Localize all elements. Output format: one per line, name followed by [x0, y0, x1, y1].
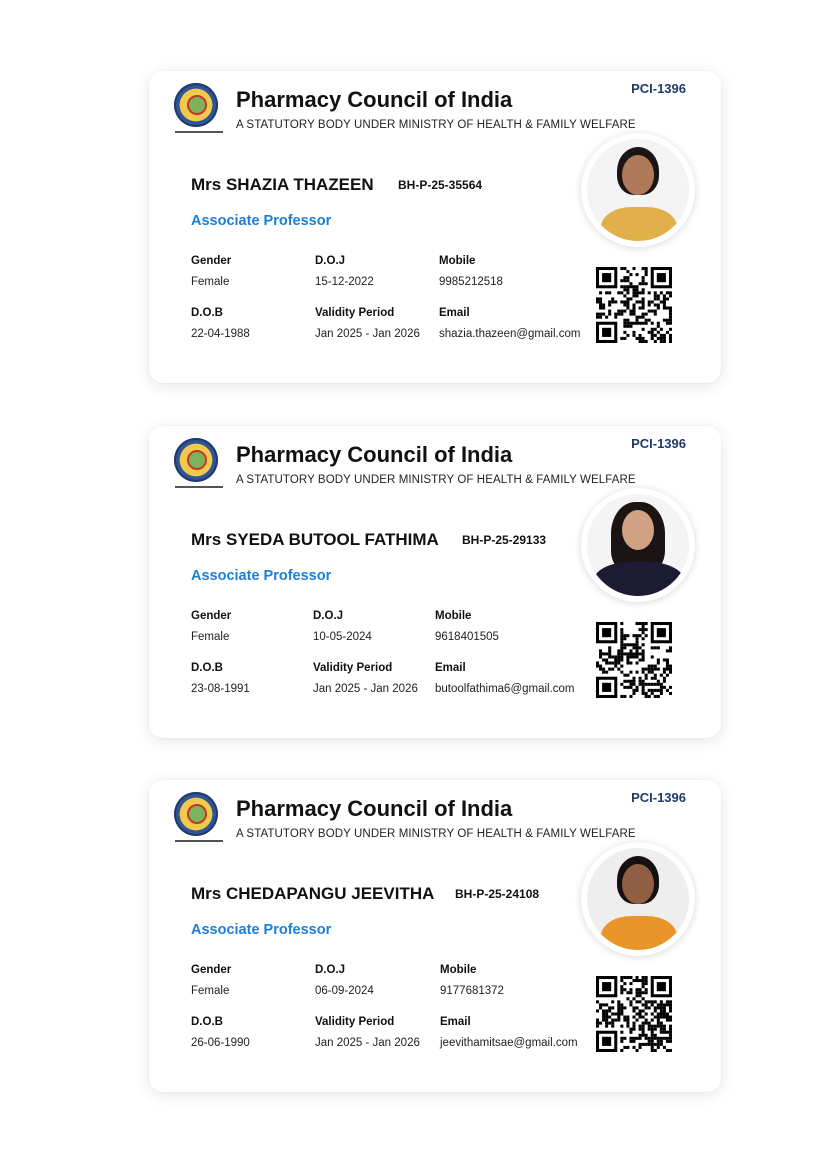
validity-label: Validity Period	[315, 307, 395, 319]
council-code: PCI-1396	[631, 436, 686, 451]
mobile-value: 9618401505	[435, 631, 499, 643]
qr-code-icon	[596, 622, 672, 698]
pci-emblem-icon	[173, 792, 223, 854]
dob-value: 22-04-1988	[191, 328, 250, 340]
council-code: PCI-1396	[631, 790, 686, 805]
gender-label: Gender	[191, 610, 232, 622]
holder-name: Mrs CHEDAPANGU JEEVITHA	[191, 884, 435, 903]
gender-label: Gender	[191, 255, 232, 267]
validity-label: Validity Period	[315, 1016, 395, 1028]
holder-name: Mrs SYEDA BUTOOL FATHIMA	[191, 530, 439, 549]
doj-label: D.O.J	[315, 255, 346, 267]
doj-label: D.O.J	[315, 964, 346, 976]
id-card-3: Pharmacy Council of India A STATUTORY BO…	[149, 780, 721, 1092]
email-label: Email	[435, 662, 466, 674]
dob-label: D.O.B	[191, 662, 223, 674]
qr-code-icon	[596, 976, 672, 1052]
org-title: Pharmacy Council of India	[236, 796, 513, 821]
profile-photo	[581, 133, 695, 247]
email-value: butoolfathima6@gmail.com	[435, 683, 575, 695]
mobile-label: Mobile	[440, 964, 477, 976]
validity-label: Validity Period	[313, 662, 393, 674]
gender-value: Female	[191, 631, 230, 643]
mobile-label: Mobile	[439, 255, 476, 267]
org-subtitle: A STATUTORY BODY UNDER MINISTRY OF HEALT…	[236, 119, 636, 131]
id-card-2: Pharmacy Council of India A STATUTORY BO…	[149, 426, 721, 738]
validity-value: Jan 2025 - Jan 2026	[313, 683, 418, 695]
email-label: Email	[440, 1016, 471, 1028]
dob-label: D.O.B	[191, 1016, 223, 1028]
designation: Associate Professor	[191, 213, 332, 229]
dob-value: 26-06-1990	[191, 1037, 250, 1049]
designation: Associate Professor	[191, 922, 332, 938]
id-card-1: Pharmacy Council of India A STATUTORY BO…	[149, 71, 721, 383]
doj-value: 10-05-2024	[313, 631, 372, 643]
doj-value: 06-09-2024	[315, 985, 374, 997]
registration-number: BH-P-25-29133	[462, 533, 547, 547]
designation: Associate Professor	[191, 568, 332, 584]
registration-number: BH-P-25-24108	[455, 887, 540, 901]
dob-value: 23-08-1991	[191, 683, 250, 695]
council-code: PCI-1396	[631, 81, 686, 96]
mobile-value: 9177681372	[440, 985, 504, 997]
dob-label: D.O.B	[191, 307, 223, 319]
gender-label: Gender	[191, 964, 232, 976]
gender-value: Female	[191, 985, 230, 997]
email-value: shazia.thazeen@gmail.com	[439, 328, 581, 340]
org-subtitle: A STATUTORY BODY UNDER MINISTRY OF HEALT…	[236, 474, 636, 486]
holder-name: Mrs SHAZIA THAZEEN	[191, 175, 374, 194]
profile-photo	[581, 488, 695, 602]
email-label: Email	[439, 307, 470, 319]
doj-value: 15-12-2022	[315, 276, 374, 288]
mobile-value: 9985212518	[439, 276, 503, 288]
email-value: jeevithamitsae@gmail.com	[440, 1037, 578, 1049]
profile-photo	[581, 842, 695, 956]
org-title: Pharmacy Council of India	[236, 442, 513, 467]
mobile-label: Mobile	[435, 610, 472, 622]
validity-value: Jan 2025 - Jan 2026	[315, 1037, 420, 1049]
qr-code-icon	[596, 267, 672, 343]
pci-emblem-icon	[173, 438, 223, 500]
org-subtitle: A STATUTORY BODY UNDER MINISTRY OF HEALT…	[236, 828, 636, 840]
pci-emblem-icon	[173, 83, 223, 145]
org-title: Pharmacy Council of India	[236, 87, 513, 112]
gender-value: Female	[191, 276, 230, 288]
doj-label: D.O.J	[313, 610, 344, 622]
validity-value: Jan 2025 - Jan 2026	[315, 328, 420, 340]
registration-number: BH-P-25-35564	[398, 178, 483, 192]
